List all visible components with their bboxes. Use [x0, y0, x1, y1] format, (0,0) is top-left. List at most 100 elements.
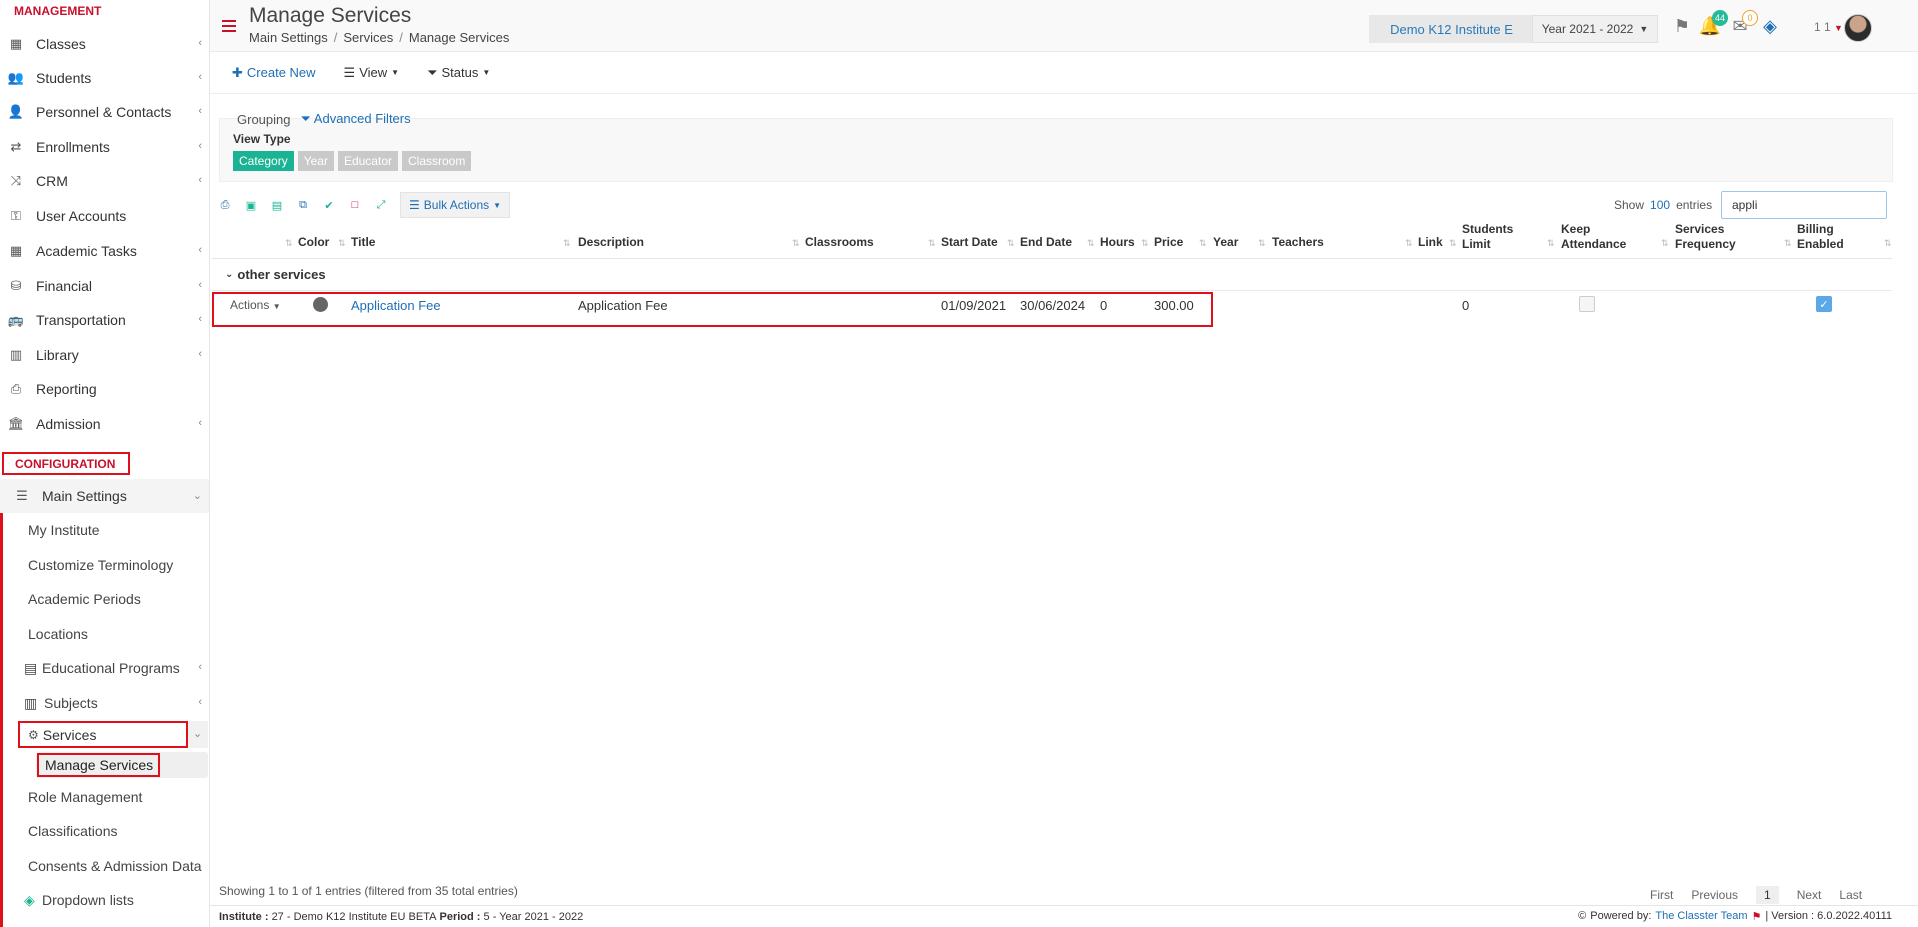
tag-category[interactable]: Category [233, 151, 294, 171]
sort-icon[interactable]: ⇅ [338, 238, 346, 249]
excel-icon[interactable]: ▣ [244, 198, 258, 212]
col-keep-attendance[interactable]: Keep Attendance [1561, 222, 1633, 252]
sidebar-item-academic-periods[interactable]: Academic Periods [0, 582, 209, 616]
bulk-actions-button[interactable]: ☰ Bulk Actions ▼ [400, 192, 511, 218]
service-title-link[interactable]: Application Fee [351, 298, 441, 313]
sort-icon[interactable]: ⇅ [1784, 238, 1792, 249]
year-selector[interactable]: Year 2021 - 2022 ▼ [1532, 15, 1658, 43]
sidebar-item-role-management[interactable]: Role Management [0, 780, 209, 814]
institute-selector[interactable]: Demo K12 Institute E [1369, 15, 1534, 43]
sidebar-item-my-institute[interactable]: My Institute [0, 513, 209, 547]
page-toolbar: ✚ Create New ☰ View ▼ ⏷ Status ▼ [210, 52, 1918, 94]
copy-icon[interactable]: ⧉ [296, 198, 310, 212]
sort-icon[interactable]: ⇅ [563, 238, 571, 249]
sort-icon[interactable]: ⇅ [1449, 238, 1457, 249]
sort-icon[interactable]: ⇅ [1661, 238, 1669, 249]
sidebar-item-financial[interactable]: ⛁ Financial ‹ [0, 269, 209, 303]
sidebar-item-library[interactable]: ▥ Library ‹ [0, 338, 209, 372]
breadcrumb-main-settings[interactable]: Main Settings [249, 30, 328, 45]
hamburger-menu-icon[interactable] [222, 20, 236, 32]
search-input[interactable] [1721, 191, 1887, 219]
sort-icon[interactable]: ⇅ [792, 238, 800, 249]
col-start-date[interactable]: Start Date [941, 235, 998, 250]
expand-icon[interactable]: ⤢ [374, 198, 388, 212]
sidebar-item-personnel[interactable]: 👤 Personnel & Contacts ‹ [0, 95, 209, 129]
sort-icon[interactable]: ⇅ [1547, 238, 1555, 249]
col-price[interactable]: Price [1154, 235, 1183, 250]
sidebar-item-admission[interactable]: 🏛 Admission ‹ [0, 407, 209, 441]
sidebar-item-locations[interactable]: Locations [0, 617, 209, 651]
tag-year[interactable]: Year [297, 151, 334, 171]
status-dropdown[interactable]: ⏷ Status ▼ [427, 65, 490, 81]
tag-educator[interactable]: Educator [337, 151, 398, 171]
sort-icon[interactable]: ⇅ [1405, 238, 1413, 249]
pager-next[interactable]: Next [1797, 888, 1822, 902]
col-color[interactable]: Color [298, 235, 329, 250]
sidebar-item-academic-tasks[interactable]: ▦ Academic Tasks ‹ [0, 234, 209, 268]
sidebar-item-classes[interactable]: ▦ Classes ‹ [0, 27, 209, 61]
sort-icon[interactable]: ⇅ [1087, 238, 1095, 249]
layers-icon[interactable]: ◈ [1758, 14, 1782, 38]
sort-icon[interactable]: ⇅ [1007, 238, 1015, 249]
sidebar-item-transportation[interactable]: 🚌 Transportation ‹ [0, 303, 209, 337]
col-year[interactable]: Year [1213, 235, 1238, 250]
sidebar-item-dropdown-lists[interactable]: ◈ Dropdown lists [0, 883, 209, 917]
chevron-left-icon: ‹ [198, 661, 202, 673]
keep-attendance-checkbox[interactable] [1579, 296, 1595, 312]
col-classrooms[interactable]: Classrooms [805, 235, 874, 250]
view-dropdown[interactable]: ☰ View ▼ [344, 65, 400, 81]
flag-icon[interactable]: ⚑ [1670, 14, 1694, 38]
sort-icon[interactable]: ⇅ [1199, 238, 1207, 249]
sort-icon[interactable]: ⇅ [928, 238, 936, 249]
pager-page-1[interactable]: 1 [1756, 886, 1779, 904]
sidebar-item-crm[interactable]: ⤨ CRM ‹ [0, 164, 209, 198]
sidebar-item-enrollments[interactable]: ⇄ Enrollments ‹ [0, 130, 209, 164]
sidebar-item-manage-services[interactable]: Manage Services [37, 753, 160, 777]
sidebar-item-students[interactable]: 👥 Students ‹ [0, 61, 209, 95]
sidebar-item-subjects[interactable]: ▥ Subjects ‹ [0, 686, 209, 720]
mail-icon[interactable]: ✉ 0 [1728, 10, 1758, 38]
sidebar-item-reporting[interactable]: ⎙ Reporting [0, 372, 209, 406]
sort-icon[interactable]: ⇅ [1884, 238, 1892, 249]
breadcrumb-services[interactable]: Services [343, 30, 393, 45]
bell-icon[interactable]: 🔔 44 [1698, 10, 1728, 38]
advanced-filters-tab[interactable]: ⏷ Advanced Filters [300, 111, 410, 127]
sidebar-item-customize-terminology[interactable]: Customize Terminology [0, 548, 209, 582]
col-description[interactable]: Description [578, 235, 644, 250]
col-title[interactable]: Title [351, 235, 375, 250]
sidebar-item-classifications[interactable]: Classifications [0, 814, 209, 848]
col-teachers[interactable]: Teachers [1272, 235, 1324, 250]
col-services-frequency[interactable]: Services Frequency [1675, 222, 1745, 252]
select-all-icon[interactable]: ✔ [322, 198, 336, 212]
pager-previous[interactable]: Previous [1691, 888, 1738, 902]
sidebar-item-educational-programs[interactable]: ▤ Educational Programs ‹ [0, 651, 209, 685]
deselect-icon[interactable]: □ [348, 198, 362, 212]
col-link[interactable]: Link [1418, 235, 1443, 250]
col-billing-enabled[interactable]: Billing Enabled [1797, 222, 1853, 252]
csv-icon[interactable]: ▤ [270, 198, 284, 212]
entries-count-select[interactable]: 100 [1650, 198, 1670, 212]
tag-classroom[interactable]: Classroom [401, 151, 472, 171]
col-students-limit[interactable]: Students Limit [1462, 222, 1522, 252]
sidebar-item-main-settings[interactable]: ☰ Main Settings ⌄ [0, 479, 209, 513]
sidebar-item-user-accounts[interactable]: ⚿ User Accounts [0, 199, 209, 233]
pager-first[interactable]: First [1650, 888, 1673, 902]
avatar[interactable] [1844, 14, 1872, 42]
sidebar-item-services[interactable]: ⚙ Services [18, 721, 188, 748]
classter-team-link[interactable]: The Classter Team [1655, 910, 1747, 923]
sort-icon[interactable]: ⇅ [1258, 238, 1266, 249]
pager-last[interactable]: Last [1839, 888, 1862, 902]
col-end-date[interactable]: End Date [1020, 235, 1072, 250]
sidebar-item-consents[interactable]: Consents & Admission Data [0, 849, 209, 883]
sort-icon[interactable]: ⇅ [285, 238, 293, 249]
row-actions-dropdown[interactable]: Actions ▼ [230, 298, 281, 312]
grouping-tab[interactable]: Grouping [237, 112, 290, 127]
sort-icon[interactable]: ⇅ [1141, 238, 1149, 249]
group-row-other-services[interactable]: ⌄ other services [225, 267, 326, 282]
billing-enabled-checkbox[interactable]: ✓ [1816, 296, 1832, 312]
print-icon[interactable]: ⎙ [218, 198, 232, 212]
create-new-button[interactable]: ✚ Create New [232, 65, 316, 81]
user-indicator[interactable]: 1 1 ▼ [1814, 20, 1843, 34]
sidebar: MANAGEMENT ▦ Classes ‹ 👥 Students ‹ 👤 Pers… [0, 0, 210, 927]
col-hours[interactable]: Hours [1100, 235, 1135, 250]
